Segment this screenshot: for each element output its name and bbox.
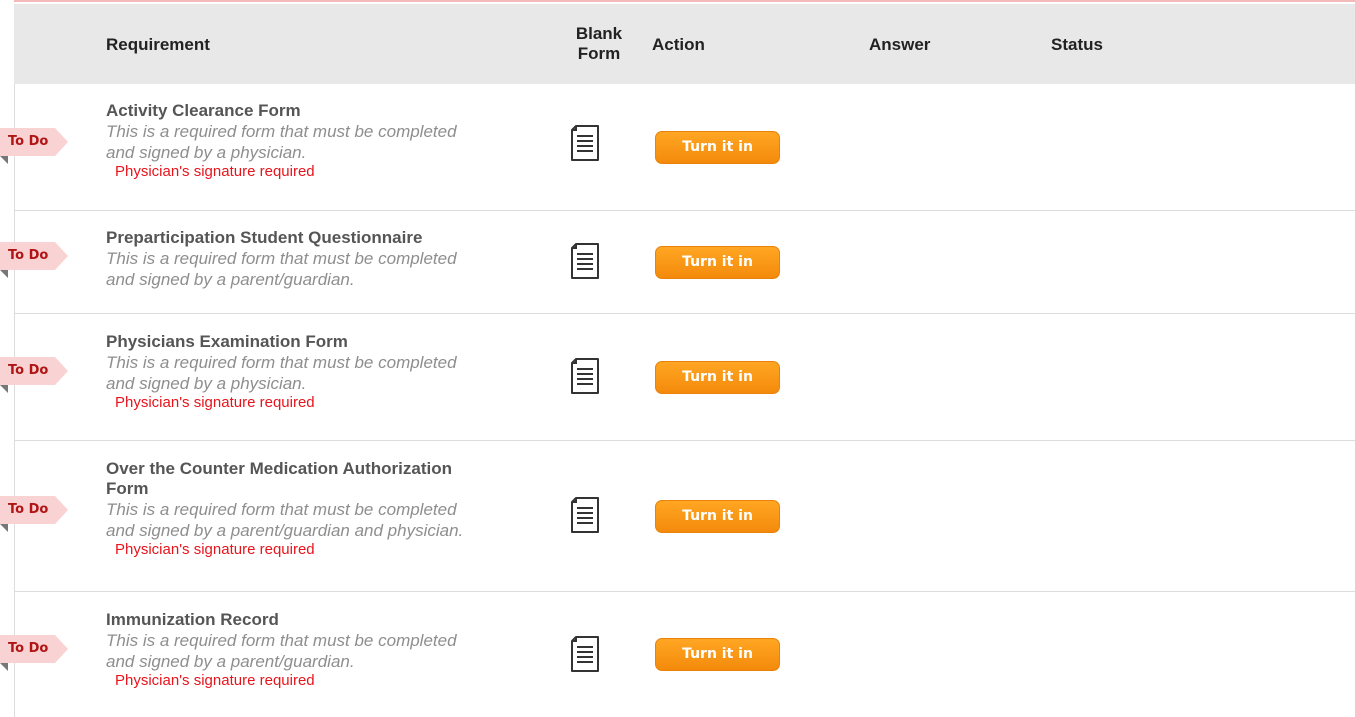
ribbon-fold-icon xyxy=(0,270,8,278)
header-blank-form-line1: Blank xyxy=(575,24,623,43)
header-answer: Answer xyxy=(869,35,931,54)
requirement-title: Physicians Examination Form xyxy=(106,332,348,351)
document-icon[interactable] xyxy=(567,124,603,162)
table-row-physicians-examination: To Do Physicians Examination Form This i… xyxy=(0,314,1355,441)
requirement-description-line2: and signed by a parent/guardian. xyxy=(106,652,355,671)
header-requirement: Requirement xyxy=(106,35,210,54)
todo-badge: To Do xyxy=(0,242,68,278)
requirement-title: Preparticipation Student Questionnaire xyxy=(106,228,423,247)
requirement-description-line1: This is a required form that must be com… xyxy=(106,249,457,268)
turn-it-in-button[interactable]: Turn it in xyxy=(655,246,780,279)
todo-badge: To Do xyxy=(0,128,68,164)
signature-required-note: Physician's signature required xyxy=(115,394,315,411)
ribbon-fold-icon xyxy=(0,524,8,532)
requirement-description-line1: This is a required form that must be com… xyxy=(106,500,457,519)
turn-it-in-button[interactable]: Turn it in xyxy=(655,500,780,533)
requirement-description-line1: This is a required form that must be com… xyxy=(106,631,457,650)
requirement-cell: Preparticipation Student Questionnaire T… xyxy=(106,228,526,290)
todo-badge-label: To Do xyxy=(8,363,49,378)
requirement-description-line1: This is a required form that must be com… xyxy=(106,122,457,141)
turn-it-in-button[interactable]: Turn it in xyxy=(655,638,780,671)
requirement-description-line1: This is a required form that must be com… xyxy=(106,353,457,372)
requirement-title: Immunization Record xyxy=(106,610,279,629)
todo-badge: To Do xyxy=(0,635,68,671)
requirement-cell: Immunization Record This is a required f… xyxy=(106,610,526,690)
signature-required-note: Physician's signature required xyxy=(115,541,315,558)
requirement-description-line2: and signed by a parent/guardian. xyxy=(106,270,355,289)
ribbon-fold-icon xyxy=(0,156,8,164)
turn-it-in-button[interactable]: Turn it in xyxy=(655,361,780,394)
signature-required-note: Physician's signature required xyxy=(115,672,315,689)
todo-badge: To Do xyxy=(0,496,68,532)
header-blank-form-line2: Form xyxy=(577,44,621,63)
turn-it-in-button[interactable]: Turn it in xyxy=(655,131,780,164)
requirement-title-line1: Over the Counter Medication Authorizatio… xyxy=(106,459,452,478)
requirement-description-line2: and signed by a physician. xyxy=(106,143,307,162)
table-row-preparticipation-questionnaire: To Do Preparticipation Student Questionn… xyxy=(0,211,1355,314)
requirement-cell: Over the Counter Medication Authorizatio… xyxy=(106,459,526,559)
todo-badge-label: To Do xyxy=(8,134,49,149)
requirement-title: Activity Clearance Form xyxy=(106,101,301,120)
requirement-title-line2: Form xyxy=(106,479,149,498)
todo-badge: To Do xyxy=(0,357,68,393)
header-status: Status xyxy=(1051,35,1103,54)
top-accent-bar xyxy=(14,0,1355,2)
ribbon-fold-icon xyxy=(0,385,8,393)
document-icon[interactable] xyxy=(567,635,603,673)
table-row-immunization-record: To Do Immunization Record This is a requ… xyxy=(0,592,1355,717)
document-icon[interactable] xyxy=(567,357,603,395)
table-header: Requirement Blank Form Action Answer Sta… xyxy=(14,4,1355,84)
requirement-cell: Physicians Examination Form This is a re… xyxy=(106,332,526,412)
document-icon[interactable] xyxy=(567,496,603,534)
requirement-description-line2: and signed by a physician. xyxy=(106,374,307,393)
todo-badge-label: To Do xyxy=(8,502,49,517)
requirement-description-line2: and signed by a parent/guardian and phys… xyxy=(106,521,464,540)
requirement-cell: Activity Clearance Form This is a requir… xyxy=(106,101,526,181)
signature-required-note: Physician's signature required xyxy=(115,163,315,180)
ribbon-fold-icon xyxy=(0,663,8,671)
todo-badge-label: To Do xyxy=(8,641,49,656)
document-icon[interactable] xyxy=(567,242,603,280)
requirements-page: Requirement Blank Form Action Answer Sta… xyxy=(0,0,1355,717)
header-action: Action xyxy=(652,35,705,54)
header-blank-form: Blank Form xyxy=(569,24,629,64)
todo-badge-label: To Do xyxy=(8,248,49,263)
table-row-activity-clearance: To Do Activity Clearance Form This is a … xyxy=(0,84,1355,211)
table-row-otc-medication-authorization: To Do Over the Counter Medication Author… xyxy=(0,441,1355,592)
